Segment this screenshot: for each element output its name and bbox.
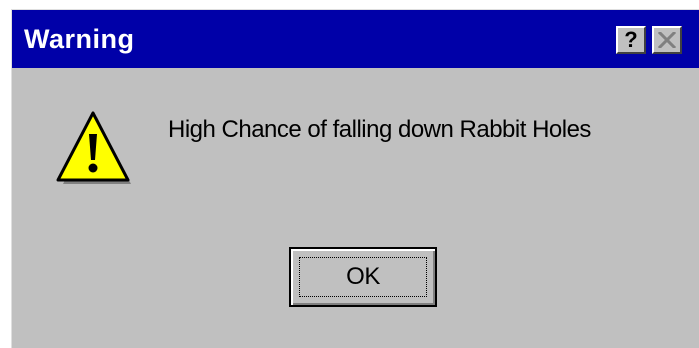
warning-icon bbox=[56, 111, 131, 184]
title-bar[interactable]: Warning ? bbox=[12, 10, 699, 68]
close-button[interactable] bbox=[652, 26, 682, 54]
ok-button[interactable]: OK bbox=[289, 247, 437, 307]
message-text: High Chance of falling down Rabbit Holes bbox=[168, 116, 591, 143]
dialog-title: Warning bbox=[24, 24, 135, 54]
help-button[interactable]: ? bbox=[616, 26, 646, 54]
close-icon bbox=[658, 32, 676, 48]
help-icon: ? bbox=[624, 27, 638, 52]
ok-button-label: OK bbox=[346, 263, 380, 290]
warning-dialog: Warning ? High Chance of falling down Ra… bbox=[11, 9, 699, 348]
